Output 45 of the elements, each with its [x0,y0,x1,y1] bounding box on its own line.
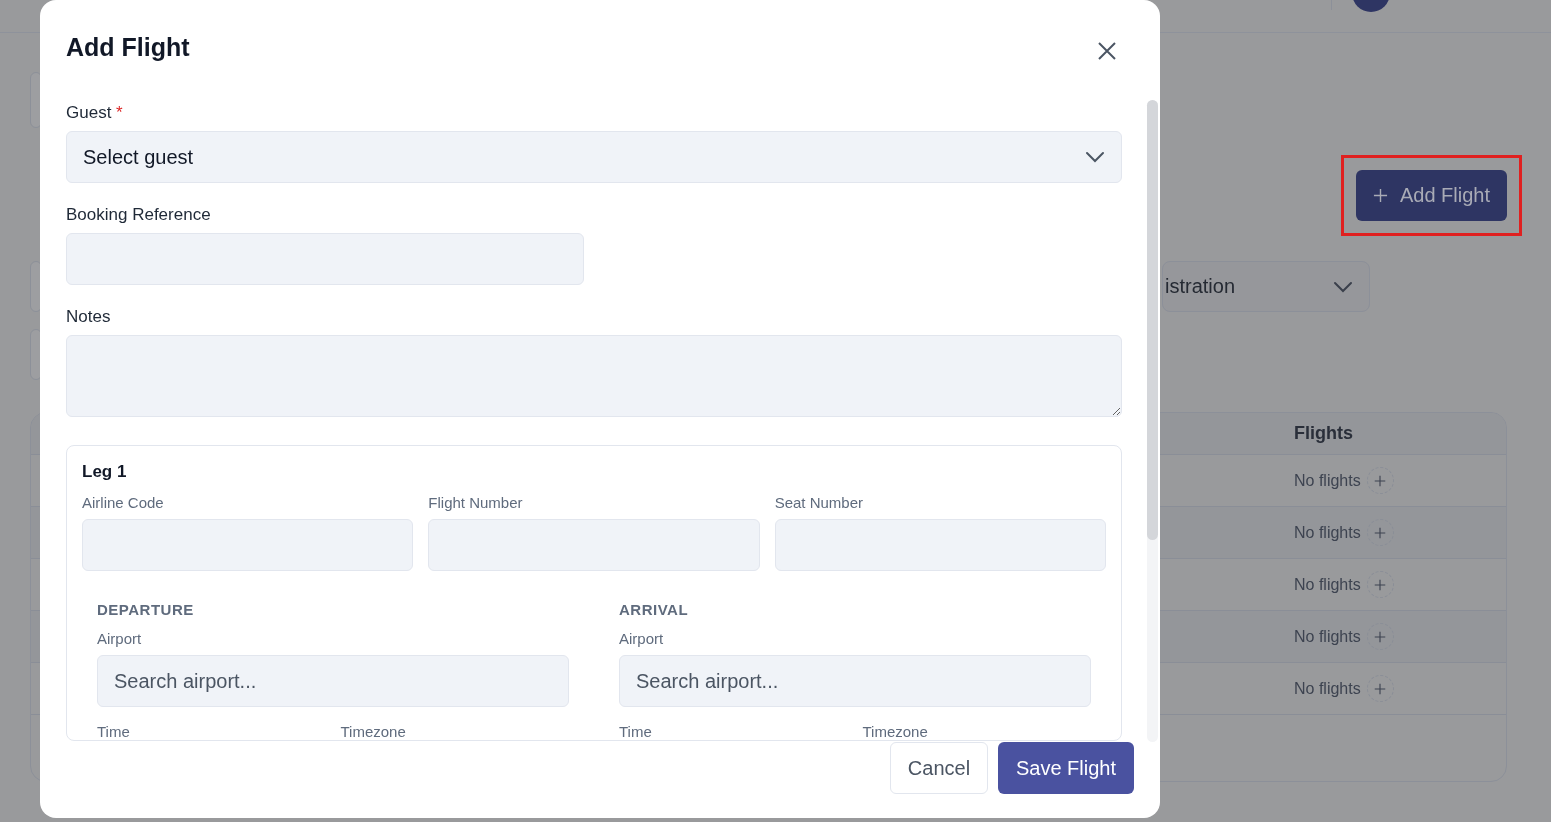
plus-icon [1374,630,1387,643]
scrollbar-thumb[interactable] [1147,100,1158,540]
table-cell: No flights [1294,523,1361,542]
guest-label: Guest * [66,103,124,123]
field-label: Notes [66,307,112,327]
close-button[interactable] [1096,40,1118,62]
field-label: Airline Code [82,494,165,511]
plus-icon [1374,526,1387,539]
column-header: Flights [1294,423,1353,444]
booking-reference-input[interactable] [66,233,584,285]
text-input[interactable] [82,519,414,571]
text-input[interactable] [428,519,760,571]
table-cell: No flights [1294,679,1361,698]
chevron-icon [1085,151,1105,163]
airport-search-input[interactable]: Search airport... [97,655,569,707]
table-cell: No flights [1294,627,1361,646]
save-flight-button[interactable]: Save Flight [998,742,1134,794]
chevron-icon [1333,280,1353,293]
field-label: Booking Reference [66,205,212,225]
field-label: Flight Number [428,494,524,511]
text-input[interactable] [774,519,1106,571]
plus-icon [1374,578,1387,591]
add-flight-button[interactable]: Add Flight [1355,170,1507,221]
section-heading: DEPARTURE [97,601,195,618]
filter-select[interactable]: istration [1162,261,1370,312]
section-heading: ARRIVAL [619,601,690,618]
field-label: Seat Number [774,494,865,511]
table-cell: No flights [1294,471,1361,490]
field-label: Time [97,723,131,740]
scrollbar[interactable] [1147,100,1158,742]
guest-select[interactable]: Select guest [66,131,1122,183]
field-label: Timezone [862,723,929,740]
airport-search-input[interactable]: Search airport... [619,655,1091,707]
field-label: Timezone [340,723,407,740]
field-label: Airport [619,630,665,647]
table-cell: No flights [1294,575,1361,594]
plus-icon [1374,682,1387,695]
field-label: Time [619,723,653,740]
modal-title: Add Flight [66,33,190,62]
field-label: Airport [97,630,143,647]
plus-icon [1374,474,1387,487]
leg-title: Leg 1 [82,462,128,482]
notes-textarea[interactable] [66,335,1122,417]
cancel-button[interactable]: Cancel [890,742,988,794]
plus-icon [1372,188,1388,203]
